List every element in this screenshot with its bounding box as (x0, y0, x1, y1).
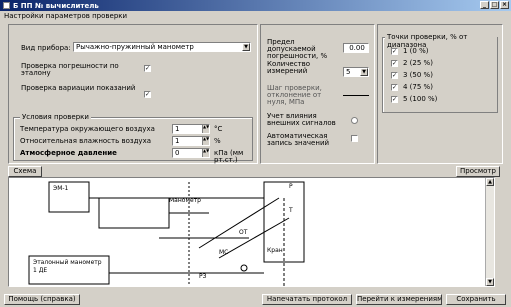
point-label-3: 3 (50 %) (403, 71, 433, 79)
humidity-value: 1 (175, 137, 180, 145)
pressure-value: 0 (175, 149, 180, 157)
close-button[interactable]: × (500, 1, 509, 9)
preview-button[interactable]: Просмотр (456, 166, 500, 177)
diagram-label-4: Т (289, 207, 293, 214)
temp-value: 1 (175, 125, 180, 133)
diagram-button[interactable]: Схема (8, 166, 42, 177)
point-label-2: 2 (25 %) (403, 59, 433, 67)
auto-checkbox[interactable] (351, 135, 358, 142)
points-title: Точки проверки, % от диапазона (385, 33, 497, 49)
minimize-button[interactable]: _ (480, 1, 489, 9)
step-underline (343, 95, 369, 96)
left-panel: Вид прибора: Рычажно-пружинный манометр … (8, 24, 258, 164)
schematic-diagram: ЭМ-1 Манометр Р Т Эталонный манометр 1 Д… (8, 177, 495, 287)
window-title: Б ПП № вычислитель (13, 1, 99, 10)
spin-arrows-icon[interactable]: ▲▼ (202, 137, 209, 145)
diagram-label-2: Манометр (169, 197, 201, 204)
spin-arrows-icon[interactable]: ▲▼ (202, 125, 209, 133)
diagram-scrollbar[interactable]: ▲ ▼ (485, 178, 494, 286)
device-type-label: Вид прибора: (21, 44, 71, 52)
print-button[interactable]: Напечатать протокол (262, 294, 352, 305)
point-label-4: 4 (75 %) (403, 83, 433, 91)
diagram-label-1: ЭМ-1 (53, 185, 69, 192)
diagram-label-9: ОТ (239, 229, 248, 236)
count-select[interactable]: 5 ▼ (343, 67, 369, 77)
humidity-label: Относительная влажность воздуха (20, 137, 152, 145)
scroll-down-icon[interactable]: ▼ (486, 278, 494, 286)
influence-radio[interactable] (351, 117, 358, 124)
opt2-checkbox[interactable]: ✓ (144, 91, 151, 98)
opt1-label: Проверка погрешности по эталону (21, 62, 119, 77)
point-checkbox-4[interactable]: ✓ (391, 84, 398, 91)
schematic-svg (28, 181, 305, 286)
humidity-unit: % (214, 137, 221, 145)
count-label: Количество измерений (267, 60, 311, 75)
check-conditions-title: Условия проверки (20, 113, 91, 121)
diagram-label-8: МС (219, 249, 229, 256)
limit-label: Предел допускаемой погрешности, % (267, 38, 328, 60)
point-checkbox-2[interactable]: ✓ (391, 60, 398, 67)
point-label-5: 5 (100 %) (403, 95, 438, 103)
diagram-label-10: Кран (267, 247, 283, 254)
point-label-1: 1 (0 %) (403, 47, 429, 55)
title-bar: Б ПП № вычислитель _ □ × (0, 0, 511, 11)
diagram-label-5: Эталонный манометр (33, 259, 102, 266)
pressure-label: Атмосферное давление (20, 149, 117, 157)
count-value: 5 (346, 68, 351, 76)
diagram-label-6: 1 ДЕ (33, 267, 48, 274)
point-checkbox-5[interactable]: ✓ (391, 96, 398, 103)
menu-item-settings[interactable]: Настройки параметров проверки (4, 12, 127, 20)
auto-label: Автоматическая запись значений (267, 132, 330, 147)
chevron-down-icon: ▼ (360, 68, 368, 76)
spin-arrows-icon[interactable]: ▲▼ (202, 149, 209, 157)
app-icon (3, 2, 10, 9)
device-type-select[interactable]: Рычажно-пружинный манометр ▼ (73, 42, 251, 52)
maximize-button[interactable]: □ (490, 1, 499, 9)
influence-label: Учет влияния внешних сигналов (267, 112, 336, 127)
diagram-label-3: Р (289, 183, 293, 190)
diagram-label-7: РЗ (199, 273, 207, 280)
point-checkbox-1[interactable]: ✓ (391, 48, 398, 55)
menu-bar: Настройки параметров проверки (0, 12, 511, 21)
pressure-input[interactable]: 0 ▲▼ (172, 148, 210, 158)
point-checkbox-3[interactable]: ✓ (391, 72, 398, 79)
opt2-label: Проверка вариации показаний (21, 84, 136, 92)
check-conditions-group: Условия проверки Температура окружающего… (13, 113, 253, 164)
chevron-down-icon: ▼ (242, 43, 250, 51)
device-type-value: Рычажно-пружинный манометр (76, 43, 194, 51)
points-group: Точки проверки, % от диапазона ✓ 1 (0 %)… (382, 33, 498, 113)
next-button[interactable]: Перейти к измерениям (356, 294, 442, 305)
step-label: Шаг проверки, отклонение от нуля, МПа (267, 84, 322, 106)
wire-4 (198, 197, 280, 249)
opt1-checkbox[interactable]: ✓ (144, 65, 151, 72)
schematic-block-2 (98, 197, 170, 229)
temp-input[interactable]: 1 ▲▼ (172, 124, 210, 134)
humidity-input[interactable]: 1 ▲▼ (172, 136, 210, 146)
limit-input[interactable]: 0.00 (343, 43, 369, 53)
temp-label: Температура окружающего воздуха (20, 125, 155, 133)
scroll-up-icon[interactable]: ▲ (486, 178, 494, 186)
right-panel: Точки проверки, % от диапазона ✓ 1 (0 %)… (377, 24, 503, 164)
help-button[interactable]: Помощь (справка) (4, 294, 80, 305)
temp-unit: °С (214, 125, 223, 133)
limit-value: 0.00 (349, 44, 365, 52)
save-button[interactable]: Сохранить (446, 294, 506, 305)
pressure-unit: кПа (мм рт.ст.) (214, 149, 244, 164)
middle-panel: Предел допускаемой погрешности, % 0.00 К… (260, 24, 375, 164)
valve-symbol (240, 264, 248, 272)
